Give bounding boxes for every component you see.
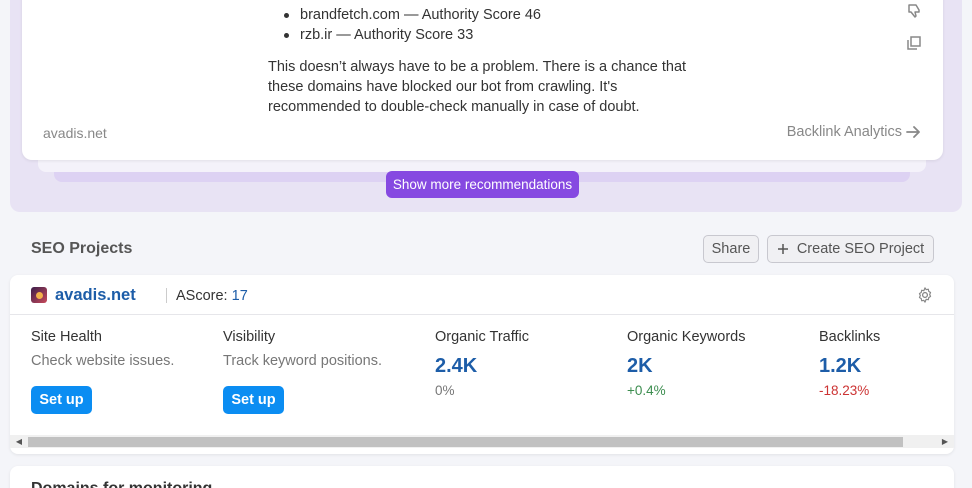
organic-traffic-change: 0% [435,383,455,398]
organic-keywords-value[interactable]: 2K [627,355,745,378]
share-button[interactable]: Share [703,235,759,263]
scroll-right-icon[interactable]: ▶ [938,435,952,448]
ascore-value: 17 [231,288,248,304]
visibility-description: Track keyword positions. [223,353,383,369]
list-item: brandfetch.com — Authority Score 46 [284,5,541,25]
project-header: avadis.net AScore: 17 [10,275,954,315]
backlink-analytics-link[interactable]: Backlink Analytics [787,124,922,140]
backlink-analytics-label: Backlink Analytics [786,124,902,140]
site-favicon [31,287,47,303]
recommendation-site: avadis.net [43,125,107,141]
copy-icon[interactable] [905,34,923,52]
project-card: avadis.net AScore: 17 Site Health Check … [10,275,954,454]
site-health-label: Site Health [31,329,102,345]
organic-traffic-widget: Organic Traffic 2.4K 0% [435,329,529,398]
site-health-setup-button[interactable]: Set up [31,386,92,414]
site-health-widget: Site Health Check website issues. [31,329,174,369]
create-seo-project-label: Create SEO Project [796,241,925,257]
scrollbar-thumb[interactable] [28,437,903,447]
card-actions [905,2,923,52]
plus-icon [777,244,788,254]
gear-icon[interactable] [916,286,934,304]
organic-traffic-value[interactable]: 2.4K [435,355,529,378]
backlinks-label: Backlinks [819,329,881,345]
backlinks-change: -18.23% [819,383,870,398]
recommendation-card: brandfetch.com — Authority Score 46 rzb.… [22,0,943,160]
organic-keywords-change: +0.4% [627,383,666,398]
header-divider [166,288,167,303]
list-item: rzb.ir — Authority Score 33 [284,25,541,45]
backlinks-widget: Backlinks 1.2K -18.23% [819,329,880,398]
backlinks-value[interactable]: 1.2K [819,355,880,378]
arrow-right-icon [906,126,920,138]
recommendation-text: This doesn’t always have to be a problem… [268,59,687,115]
visibility-widget: Visibility Track keyword positions. [223,329,382,369]
create-seo-project-button[interactable]: Create SEO Project [767,235,934,263]
thumbs-down-icon[interactable] [905,2,923,20]
organic-keywords-widget: Organic Keywords 2K +0.4% [627,329,745,398]
scroll-left-icon[interactable]: ◀ [12,435,26,448]
visibility-label: Visibility [223,329,276,345]
seo-projects-title: SEO Projects [31,240,133,257]
site-health-description: Check website issues. [31,353,175,369]
domains-monitoring-title: Domains for monitoring [31,480,212,488]
ascore-label: AScore: [176,288,228,304]
organic-traffic-label: Organic Traffic [435,329,530,345]
ascore: AScore: 17 [176,288,248,304]
domains-monitoring-card: Domains for monitoring [10,466,954,488]
horizontal-scrollbar[interactable]: ◀ ▶ [10,435,954,448]
project-name-link[interactable]: avadis.net [55,286,136,305]
domain-list: brandfetch.com — Authority Score 46 rzb.… [284,5,541,45]
show-more-recommendations-button[interactable]: Show more recommendations [386,171,579,198]
visibility-setup-button[interactable]: Set up [223,386,284,414]
organic-keywords-label: Organic Keywords [627,329,746,345]
